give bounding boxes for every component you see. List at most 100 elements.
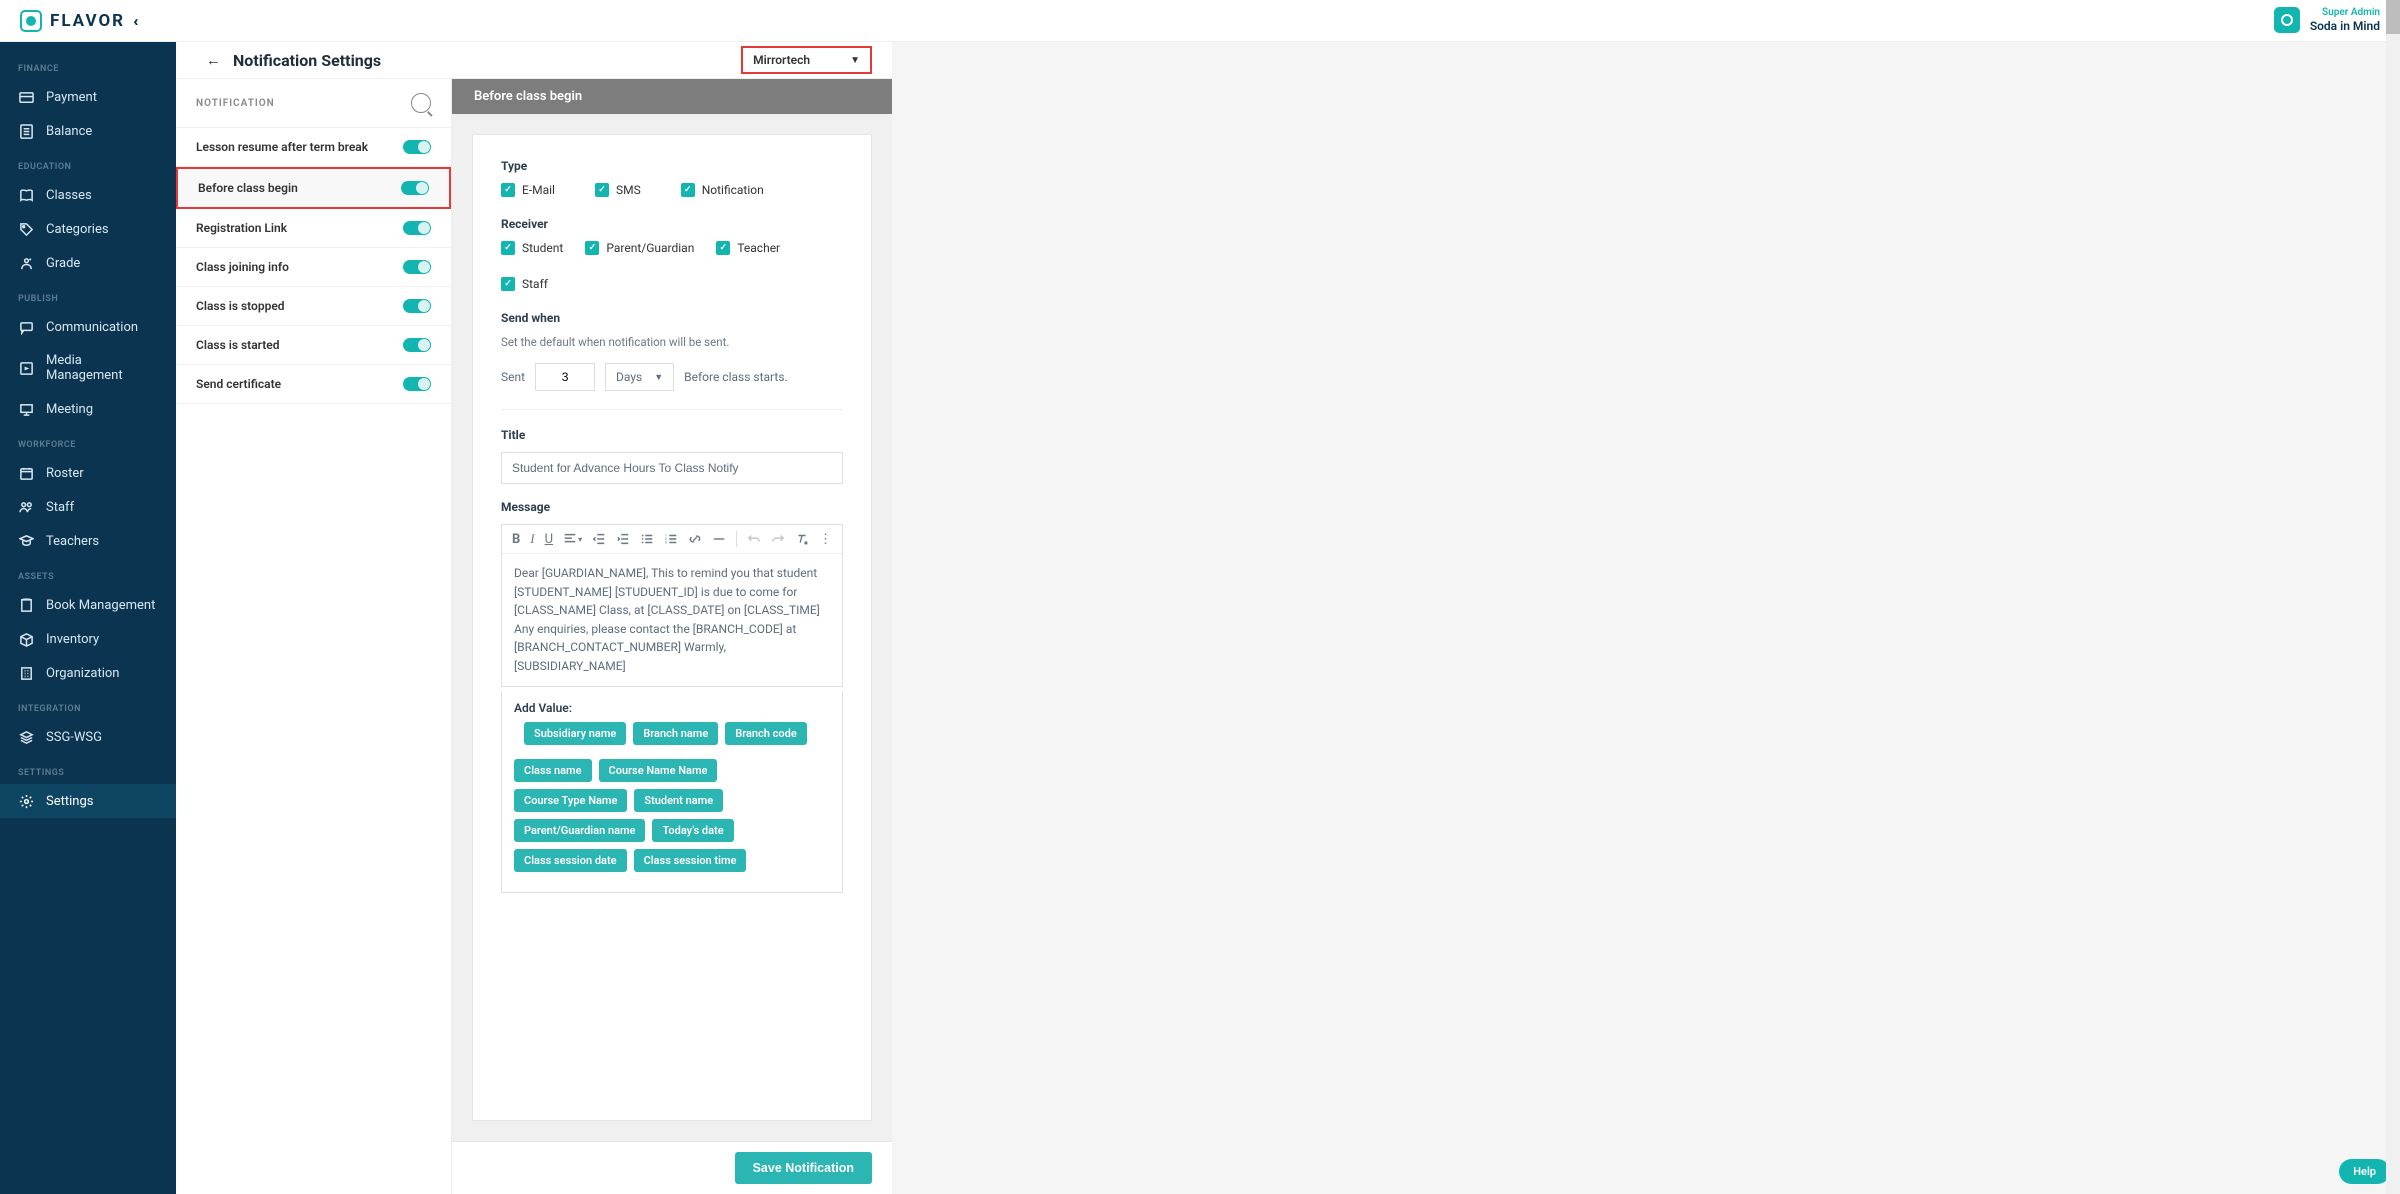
sidebar-item-organization[interactable]: Organization <box>0 656 176 690</box>
hr-icon[interactable] <box>712 532 726 546</box>
sidebar-item-meeting[interactable]: Meeting <box>0 392 176 426</box>
sidebar-item-staff[interactable]: Staff <box>0 490 176 524</box>
bullet-list-icon[interactable] <box>640 532 654 546</box>
checkbox-icon: ✓ <box>681 183 695 197</box>
type-label: Notification <box>702 183 764 197</box>
sent-value-input[interactable] <box>535 363 595 391</box>
sidebar-item-label: Settings <box>46 794 93 809</box>
layers-icon <box>18 729 34 745</box>
sidebar-item-grade[interactable]: Grade <box>0 246 176 280</box>
notification-detail-panel: Before class begin Type ✓E-Mail✓SMS✓Noti… <box>452 79 892 1194</box>
more-icon[interactable]: ⋮ <box>819 532 832 547</box>
collapse-sidebar-icon[interactable]: ‹‹ <box>133 12 134 30</box>
toggle-switch[interactable] <box>403 377 431 391</box>
value-chip[interactable]: Class session time <box>634 849 747 872</box>
brand-logo-icon <box>20 10 42 32</box>
sidebar-item-communication[interactable]: Communication <box>0 310 176 344</box>
value-chip[interactable]: Class session date <box>514 849 627 872</box>
sent-after-text: Before class starts. <box>684 370 788 384</box>
align-icon[interactable]: ▾ <box>563 532 582 546</box>
user-menu[interactable]: Super Admin Soda in Mind <box>2274 7 2380 33</box>
sidebar-item-balance[interactable]: Balance <box>0 114 176 148</box>
numbered-list-icon[interactable]: 123 <box>664 532 678 546</box>
type-option[interactable]: ✓E-Mail <box>501 183 555 197</box>
link-icon[interactable] <box>688 532 702 546</box>
receiver-label: Receiver <box>501 217 843 231</box>
type-option[interactable]: ✓ Notification <box>681 183 764 197</box>
org-selector[interactable]: Mirrortech ▼ <box>741 46 872 74</box>
toggle-switch[interactable] <box>403 221 431 235</box>
sidebar-item-roster[interactable]: Roster <box>0 456 176 490</box>
bold-icon[interactable]: B <box>512 532 520 547</box>
message-body[interactable]: Dear [GUARDIAN_NAME], This to remind you… <box>502 554 842 686</box>
sidebar-item-classes[interactable]: Classes <box>0 178 176 212</box>
indent-increase-icon[interactable] <box>616 532 630 546</box>
present-icon <box>18 401 34 417</box>
value-chip[interactable]: Branch code <box>725 722 807 745</box>
browser-scrollbar[interactable] <box>2386 0 2400 1194</box>
checkbox-icon: ✓ <box>501 183 515 197</box>
underline-icon[interactable]: U <box>545 532 553 547</box>
redo-icon[interactable] <box>771 532 785 546</box>
help-button[interactable]: Help <box>2339 1159 2390 1184</box>
scrollbar-thumb[interactable] <box>2386 0 2400 34</box>
value-chip[interactable]: Parent/Guardian name <box>514 819 645 842</box>
back-arrow-icon[interactable]: ← <box>206 51 221 69</box>
save-notification-button[interactable]: Save Notification <box>735 1152 872 1184</box>
type-option[interactable]: ✓ SMS <box>595 183 641 197</box>
notif-item[interactable]: Class is stopped <box>176 287 451 326</box>
add-value-label: Add Value: <box>514 701 572 715</box>
toggle-switch[interactable] <box>401 181 429 195</box>
sidebar-item-label: Inventory <box>46 632 99 647</box>
value-chip[interactable]: Branch name <box>633 722 718 745</box>
building-icon <box>18 665 34 681</box>
value-chip[interactable]: Student name <box>634 789 723 812</box>
value-chip[interactable]: Today's date <box>652 819 733 842</box>
italic-icon[interactable]: I <box>530 531 534 547</box>
toggle-switch[interactable] <box>403 140 431 154</box>
title-input[interactable] <box>501 452 843 484</box>
receiver-option[interactable]: ✓Student <box>501 241 563 255</box>
sidebar-item-inventory[interactable]: Inventory <box>0 622 176 656</box>
notif-item[interactable]: Lesson resume after term break <box>176 128 451 167</box>
receiver-option[interactable]: ✓Staff <box>501 277 548 291</box>
notif-item[interactable]: Send certificate <box>176 365 451 404</box>
sidebar-item-teachers[interactable]: Teachers <box>0 524 176 558</box>
notif-item[interactable]: Class is started <box>176 326 451 365</box>
toggle-switch[interactable] <box>403 338 431 352</box>
notif-item[interactable]: Before class begin <box>176 167 451 209</box>
receiver-option[interactable]: ✓Teacher <box>716 241 780 255</box>
value-chip[interactable]: Course Name Name <box>599 759 718 782</box>
receiver-label: Student <box>522 241 563 255</box>
sidebar-item-label: Categories <box>46 222 109 237</box>
value-chip[interactable]: Class name <box>514 759 592 782</box>
sidebar-item-media[interactable]: Media Management <box>0 344 176 392</box>
receiver-option[interactable]: ✓Parent/Guardian <box>585 241 694 255</box>
value-chip[interactable]: Subsidiary name <box>524 722 626 745</box>
notif-item[interactable]: Class joining info <box>176 248 451 287</box>
search-icon[interactable] <box>411 93 431 113</box>
sidebar-item-payment[interactable]: Payment <box>0 80 176 114</box>
receiver-label: Staff <box>522 277 548 291</box>
toggle-switch[interactable] <box>403 299 431 313</box>
sidebar-section-label: INTEGRATION <box>0 690 176 720</box>
chat-icon <box>18 319 34 335</box>
type-label: SMS <box>616 183 641 197</box>
notif-item[interactable]: Registration Link <box>176 209 451 248</box>
checkbox-icon: ✓ <box>595 183 609 197</box>
sidebar-item-ssgwsg[interactable]: SSG-WSG <box>0 720 176 754</box>
sidebar-item-settings[interactable]: Settings <box>0 784 176 818</box>
sent-unit-select[interactable]: Days ▼ <box>605 363 674 391</box>
undo-icon[interactable] <box>747 532 761 546</box>
sidebar-item-categories[interactable]: Categories <box>0 212 176 246</box>
sidebar-section-label: EDUCATION <box>0 148 176 178</box>
clear-format-icon[interactable] <box>795 532 809 546</box>
indent-decrease-icon[interactable] <box>592 532 606 546</box>
sidebar-item-bookmgmt[interactable]: Book Management <box>0 588 176 622</box>
sidebar-item-label: Payment <box>46 90 97 105</box>
checkbox-icon: ✓ <box>716 241 730 255</box>
card-icon <box>18 89 34 105</box>
value-chip[interactable]: Course Type Name <box>514 789 627 812</box>
toggle-switch[interactable] <box>403 260 431 274</box>
notif-item-label: Send certificate <box>196 377 281 391</box>
